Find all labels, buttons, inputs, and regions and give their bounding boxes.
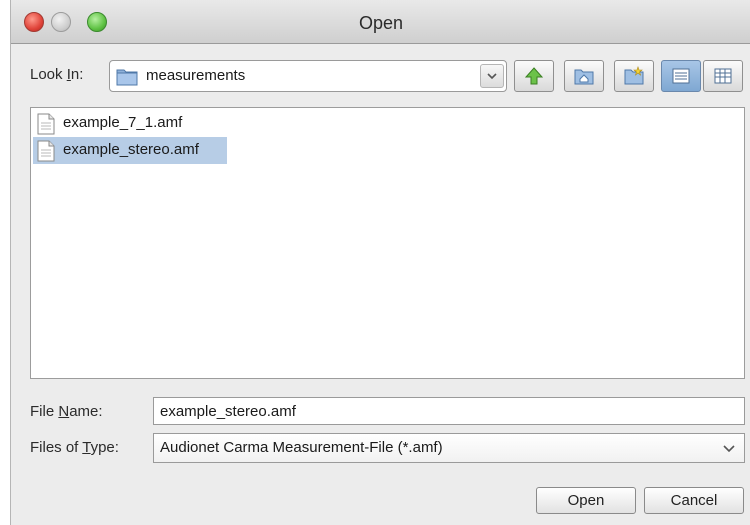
file-list[interactable]: example_7_1.amf example_stereo.amf [30, 107, 745, 379]
up-arrow-icon [524, 67, 544, 85]
home-button[interactable] [564, 60, 604, 92]
files-of-type-value: Audionet Carma Measurement-File (*.amf) [160, 439, 443, 456]
open-dialog: Open Look In: measurements example_7_1.a… [10, 0, 750, 525]
files-of-type-label: Files of Type: [30, 439, 119, 456]
details-view-icon [714, 68, 732, 84]
cancel-button[interactable]: Cancel [644, 487, 744, 514]
up-one-level-button[interactable] [514, 60, 554, 92]
title-bar[interactable]: Open [11, 0, 750, 44]
folder-icon [116, 69, 138, 86]
file-item[interactable]: example_7_1.amf [33, 110, 223, 137]
file-item-selected[interactable]: example_stereo.amf [33, 137, 227, 164]
window-title: Open [358, 13, 404, 33]
look-in-label: Look In: [30, 66, 84, 83]
chevron-down-icon [487, 73, 497, 80]
file-name-input[interactable]: example_stereo.amf [153, 397, 745, 425]
look-in-dropdown[interactable]: measurements [109, 60, 507, 92]
list-view-icon [672, 68, 690, 84]
chevron-down-icon[interactable] [718, 438, 740, 458]
files-of-type-dropdown[interactable]: Audionet Carma Measurement-File (*.amf) [153, 433, 745, 463]
open-button[interactable]: Open [536, 487, 636, 514]
document-icon [37, 113, 55, 135]
file-name-value: example_stereo.amf [160, 403, 296, 420]
home-folder-icon [574, 69, 594, 85]
new-folder-icon [624, 66, 644, 85]
look-in-value: measurements [146, 67, 246, 84]
look-in-dropdown-arrow[interactable] [480, 64, 504, 88]
new-folder-button[interactable] [614, 60, 654, 92]
document-icon [37, 140, 55, 162]
details-view-toggle[interactable] [703, 60, 743, 92]
file-name: example_7_1.amf [63, 114, 183, 131]
list-view-toggle[interactable] [661, 60, 701, 92]
file-name: example_stereo.amf [63, 141, 199, 158]
file-name-label: File Name: [30, 403, 103, 420]
